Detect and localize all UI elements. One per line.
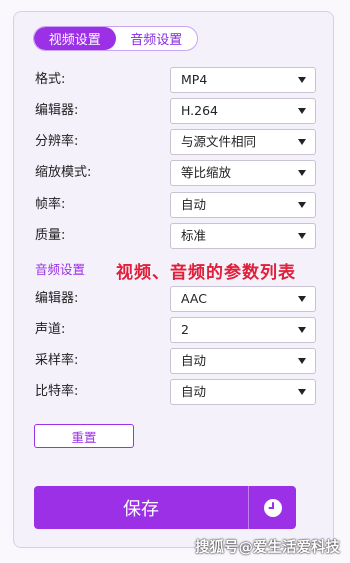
- reset-button[interactable]: 重置: [34, 424, 134, 448]
- resolution-row: 分辨率: 与源文件相同: [0, 129, 350, 155]
- frame-rate-value: 自动: [181, 197, 207, 212]
- channels-label: 声道:: [35, 322, 66, 337]
- sample-rate-value: 自动: [181, 353, 207, 368]
- caret-down-icon: [298, 389, 306, 395]
- channels-value: 2: [181, 322, 189, 337]
- video-encoder-value: H.264: [181, 103, 219, 118]
- settings-tabs: 视频设置 音频设置: [33, 26, 198, 51]
- caret-down-icon: [298, 327, 306, 333]
- audio-encoder-select[interactable]: AAC: [170, 286, 316, 312]
- audio-section-title: 音频设置: [35, 262, 86, 277]
- format-value: MP4: [181, 72, 208, 87]
- sample-rate-label: 采样率:: [35, 353, 79, 368]
- bitrate-row: 比特率: 自动: [0, 379, 350, 405]
- resolution-value: 与源文件相同: [181, 134, 257, 149]
- audio-encoder-label: 编辑器:: [35, 291, 79, 306]
- audio-encoder-row: 编辑器: AAC: [0, 286, 350, 312]
- clock-icon: [263, 498, 282, 517]
- bitrate-value: 自动: [181, 384, 207, 399]
- quality-select[interactable]: 标准: [170, 223, 316, 249]
- audio-encoder-value: AAC: [181, 291, 207, 306]
- caret-down-icon: [298, 77, 306, 83]
- caret-down-icon: [298, 233, 306, 239]
- resolution-select[interactable]: 与源文件相同: [170, 129, 316, 155]
- bitrate-select[interactable]: 自动: [170, 379, 316, 405]
- scale-mode-value: 等比缩放: [181, 165, 232, 180]
- save-button-group: 保存: [34, 486, 296, 529]
- format-row: 格式: MP4: [0, 67, 350, 93]
- save-button[interactable]: 保存: [34, 486, 248, 529]
- caret-down-icon: [298, 296, 306, 302]
- scale-mode-row: 缩放模式: 等比缩放: [0, 160, 350, 186]
- scale-mode-select[interactable]: 等比缩放: [170, 160, 316, 186]
- quality-value: 标准: [181, 228, 207, 243]
- caret-down-icon: [298, 108, 306, 114]
- format-select[interactable]: MP4: [170, 67, 316, 93]
- caret-down-icon: [298, 170, 306, 176]
- scale-mode-label: 缩放模式:: [35, 165, 92, 180]
- resolution-label: 分辨率:: [35, 134, 79, 149]
- video-encoder-row: 编辑器: H.264: [0, 98, 350, 124]
- frame-rate-label: 帧率:: [35, 197, 66, 212]
- format-label: 格式:: [35, 72, 66, 87]
- caret-down-icon: [298, 358, 306, 364]
- quality-row: 质量: 标准: [0, 223, 350, 249]
- annotation-text: 视频、音频的参数列表: [116, 263, 296, 283]
- sample-rate-row: 采样率: 自动: [0, 348, 350, 374]
- channels-select[interactable]: 2: [170, 317, 316, 343]
- tab-video-settings[interactable]: 视频设置: [34, 27, 116, 50]
- video-encoder-label: 编辑器:: [35, 103, 79, 118]
- sample-rate-select[interactable]: 自动: [170, 348, 316, 374]
- caret-down-icon: [298, 202, 306, 208]
- bitrate-label: 比特率:: [35, 384, 79, 399]
- channels-row: 声道: 2: [0, 317, 350, 343]
- schedule-button[interactable]: [249, 486, 296, 529]
- tab-audio-settings[interactable]: 音频设置: [116, 27, 198, 50]
- video-encoder-select[interactable]: H.264: [170, 98, 316, 124]
- watermark: 搜狐号@爱生活爱科技: [195, 540, 340, 556]
- frame-rate-row: 帧率: 自动: [0, 192, 350, 218]
- quality-label: 质量:: [35, 228, 66, 243]
- frame-rate-select[interactable]: 自动: [170, 192, 316, 218]
- caret-down-icon: [298, 139, 306, 145]
